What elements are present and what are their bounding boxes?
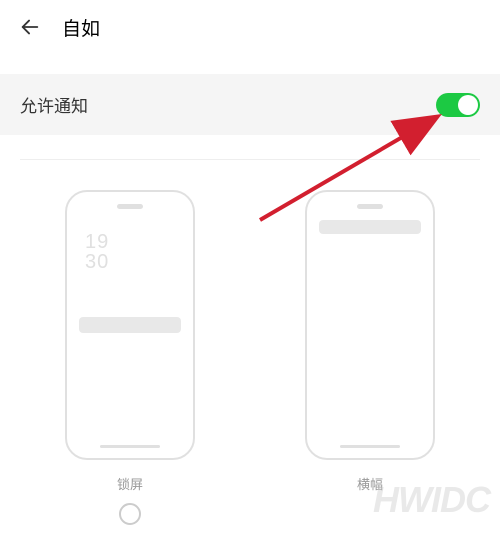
lockscreen-preview-col: 19 30 锁屏 [65, 190, 195, 525]
home-indicator-icon [100, 445, 160, 448]
lockscreen-time-top: 19 [85, 232, 109, 252]
toggle-knob [458, 95, 478, 115]
back-arrow-icon[interactable] [18, 15, 42, 39]
lockscreen-time: 19 30 [85, 232, 109, 272]
lockscreen-time-bottom: 30 [85, 252, 109, 272]
watermark-text: HWIDC [373, 479, 490, 521]
allow-notifications-toggle[interactable] [436, 93, 480, 117]
page-title: 自如 [62, 14, 100, 41]
banner-phone-mockup [305, 190, 435, 460]
banner-preview-col: 横幅 [305, 190, 435, 525]
lockscreen-phone-mockup: 19 30 [65, 190, 195, 460]
lockscreen-notification-icon [79, 317, 181, 333]
phone-notch-icon [357, 204, 383, 209]
home-indicator-icon [340, 445, 400, 448]
header-bar: 自如 [0, 0, 500, 54]
allow-notifications-label: 允许通知 [20, 92, 88, 117]
allow-notifications-row[interactable]: 允许通知 [0, 74, 500, 135]
phone-notch-icon [117, 204, 143, 209]
lockscreen-radio[interactable] [119, 503, 141, 525]
lockscreen-label: 锁屏 [117, 474, 143, 493]
banner-notification-icon [319, 220, 421, 234]
